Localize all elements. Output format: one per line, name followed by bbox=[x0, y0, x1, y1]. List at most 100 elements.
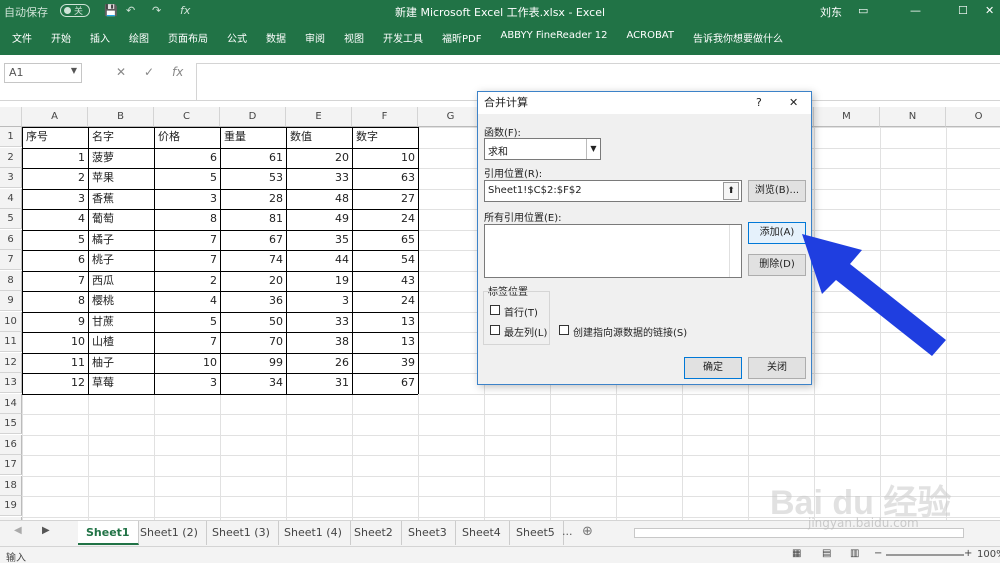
table-cell[interactable]: 3 bbox=[287, 291, 352, 312]
ribbon-tab[interactable]: 告诉我你想要做什么 bbox=[693, 30, 783, 45]
chevron-down-icon[interactable]: ▼ bbox=[71, 66, 77, 75]
zoom-in-icon[interactable]: + bbox=[964, 548, 972, 559]
table-cell[interactable]: 草莓 bbox=[89, 373, 154, 394]
select-all-corner[interactable] bbox=[0, 107, 22, 127]
table-cell[interactable]: 61 bbox=[221, 148, 286, 169]
header-cell[interactable]: 重量 bbox=[221, 127, 286, 148]
table-cell[interactable]: 4 bbox=[155, 291, 220, 312]
zoom-level[interactable]: 100% bbox=[977, 549, 1000, 560]
column-header[interactable]: G bbox=[418, 107, 484, 127]
table-cell[interactable]: 35 bbox=[287, 230, 352, 251]
table-cell[interactable]: 43 bbox=[353, 271, 418, 292]
row-header[interactable]: 19 bbox=[0, 496, 22, 516]
table-cell[interactable]: 12 bbox=[23, 373, 88, 394]
table-cell[interactable]: 柚子 bbox=[89, 353, 154, 374]
header-cell[interactable]: 数值 bbox=[287, 127, 352, 148]
table-cell[interactable]: 5 bbox=[23, 230, 88, 251]
ribbon-display-icon[interactable]: ▭ bbox=[858, 4, 868, 17]
table-cell[interactable]: 81 bbox=[221, 209, 286, 230]
table-cell[interactable]: 西瓜 bbox=[89, 271, 154, 292]
left-column-checkbox[interactable] bbox=[490, 325, 500, 335]
ribbon-tab[interactable]: 开始 bbox=[51, 30, 71, 45]
ribbon-tab[interactable]: 绘图 bbox=[129, 30, 149, 45]
row-header[interactable]: 12 bbox=[0, 352, 22, 373]
table-cell[interactable]: 65 bbox=[353, 230, 418, 251]
ok-button[interactable]: 确定 bbox=[684, 357, 742, 379]
ribbon-tab[interactable]: ACROBAT bbox=[626, 30, 674, 45]
more-sheets[interactable]: ... bbox=[562, 525, 573, 538]
column-header[interactable]: C bbox=[154, 107, 220, 127]
table-cell[interactable]: 甘蔗 bbox=[89, 312, 154, 333]
table-cell[interactable]: 菠萝 bbox=[89, 148, 154, 169]
header-cell[interactable]: 序号 bbox=[23, 127, 88, 148]
table-cell[interactable]: 33 bbox=[287, 312, 352, 333]
page-break-icon[interactable]: ▥ bbox=[850, 548, 859, 559]
table-cell[interactable]: 33 bbox=[287, 168, 352, 189]
dialog-close-icon[interactable]: ✕ bbox=[789, 92, 798, 114]
table-cell[interactable]: 8 bbox=[23, 291, 88, 312]
ribbon-tab[interactable]: 视图 bbox=[344, 30, 364, 45]
row-header[interactable]: 2 bbox=[0, 147, 22, 168]
table-cell[interactable]: 7 bbox=[155, 230, 220, 251]
sheet-tab[interactable]: Sheet2 bbox=[346, 521, 402, 545]
table-cell[interactable]: 99 bbox=[221, 353, 286, 374]
table-cell[interactable]: 50 bbox=[221, 312, 286, 333]
table-cell[interactable]: 9 bbox=[23, 312, 88, 333]
header-cell[interactable]: 价格 bbox=[155, 127, 220, 148]
table-cell[interactable]: 8 bbox=[155, 209, 220, 230]
table-cell[interactable]: 11 bbox=[23, 353, 88, 374]
table-cell[interactable]: 10 bbox=[353, 148, 418, 169]
table-cell[interactable]: 13 bbox=[353, 332, 418, 353]
table-cell[interactable]: 1 bbox=[23, 148, 88, 169]
table-cell[interactable]: 7 bbox=[155, 250, 220, 271]
column-header[interactable]: A bbox=[22, 107, 88, 127]
table-cell[interactable]: 山楂 bbox=[89, 332, 154, 353]
close-icon[interactable]: ✕ bbox=[985, 4, 994, 17]
add-button[interactable]: 添加(A) bbox=[748, 222, 806, 244]
table-cell[interactable]: 24 bbox=[353, 291, 418, 312]
table-cell[interactable]: 6 bbox=[155, 148, 220, 169]
table-cell[interactable]: 24 bbox=[353, 209, 418, 230]
sheet-tab[interactable]: Sheet1 (2) bbox=[132, 521, 207, 545]
list-scrollbar[interactable] bbox=[729, 225, 741, 277]
collapse-dialog-icon[interactable]: ⬆ bbox=[723, 182, 739, 200]
row-header[interactable]: 10 bbox=[0, 311, 22, 332]
table-cell[interactable]: 36 bbox=[221, 291, 286, 312]
table-cell[interactable]: 38 bbox=[287, 332, 352, 353]
table-cell[interactable]: 苹果 bbox=[89, 168, 154, 189]
table-cell[interactable]: 4 bbox=[23, 209, 88, 230]
table-cell[interactable]: 香蕉 bbox=[89, 189, 154, 210]
link-source-checkbox[interactable] bbox=[559, 325, 569, 335]
table-cell[interactable]: 67 bbox=[221, 230, 286, 251]
table-cell[interactable]: 49 bbox=[287, 209, 352, 230]
table-cell[interactable]: 橘子 bbox=[89, 230, 154, 251]
enter-formula-icon[interactable]: ✓ bbox=[144, 65, 154, 79]
row-header[interactable]: 5 bbox=[0, 209, 22, 229]
row-header[interactable]: 15 bbox=[0, 414, 22, 434]
table-cell[interactable]: 5 bbox=[155, 168, 220, 189]
normal-view-icon[interactable]: ▦ bbox=[792, 548, 801, 559]
column-header[interactable]: E bbox=[286, 107, 352, 127]
maximize-icon[interactable]: ☐ bbox=[958, 4, 968, 17]
table-cell[interactable]: 5 bbox=[155, 312, 220, 333]
row-header[interactable]: 13 bbox=[0, 373, 22, 393]
table-cell[interactable]: 26 bbox=[287, 353, 352, 374]
table-cell[interactable]: 19 bbox=[287, 271, 352, 292]
table-cell[interactable]: 3 bbox=[155, 189, 220, 210]
help-icon[interactable]: ? bbox=[756, 92, 762, 114]
ribbon-tab[interactable]: 文件 bbox=[12, 30, 32, 45]
table-cell[interactable]: 67 bbox=[353, 373, 418, 394]
table-cell[interactable]: 63 bbox=[353, 168, 418, 189]
first-row-checkbox[interactable] bbox=[490, 305, 500, 315]
chevron-down-icon[interactable]: ▼ bbox=[586, 139, 600, 159]
table-cell[interactable]: 74 bbox=[221, 250, 286, 271]
table-cell[interactable]: 27 bbox=[353, 189, 418, 210]
table-cell[interactable]: 10 bbox=[23, 332, 88, 353]
table-cell[interactable]: 3 bbox=[155, 373, 220, 394]
ribbon-tab[interactable]: 开发工具 bbox=[383, 30, 423, 45]
table-cell[interactable]: 70 bbox=[221, 332, 286, 353]
table-cell[interactable]: 53 bbox=[221, 168, 286, 189]
ribbon-tab[interactable]: ABBYY FineReader 12 bbox=[500, 30, 607, 45]
table-cell[interactable]: 28 bbox=[221, 189, 286, 210]
header-cell[interactable]: 名字 bbox=[89, 127, 154, 148]
